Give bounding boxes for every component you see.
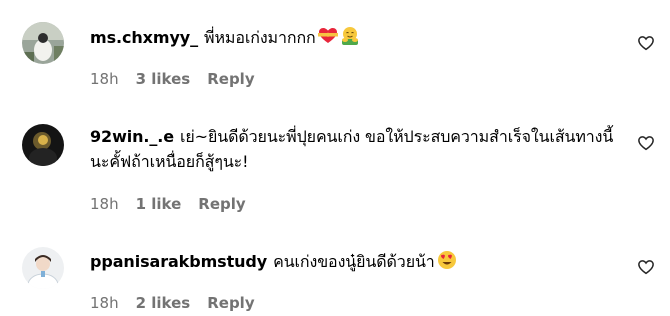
reply-button[interactable]: Reply xyxy=(207,70,254,88)
heart-eyes-emoji xyxy=(437,250,457,270)
heart-ribbon-emoji xyxy=(317,26,338,46)
hugging-face-emoji xyxy=(340,26,360,46)
comment-text: พี่หมอเก่งมากกก xyxy=(204,28,316,47)
comment-list: ms.chxmyy_ พี่หมอเก่งมากกก 18h 3 likes Re… xyxy=(0,0,670,316)
comment-meta: 18h 1 like Reply xyxy=(90,195,246,213)
comment-username[interactable]: ppanisarakbmstudy xyxy=(90,252,267,271)
comment-meta: 18h 3 likes Reply xyxy=(90,70,255,88)
comment-time: 18h xyxy=(90,294,119,312)
reply-button[interactable]: Reply xyxy=(198,195,245,213)
comment-text: คนเก่งของนู๋ยินดีด้วยน้า xyxy=(273,252,435,271)
comment-username[interactable]: 92win._.e xyxy=(90,127,174,146)
comment-time: 18h xyxy=(90,70,119,88)
likes-count[interactable]: 2 likes xyxy=(136,294,191,312)
like-heart-icon[interactable] xyxy=(637,34,655,52)
like-heart-icon[interactable] xyxy=(637,134,655,152)
comment-time: 18h xyxy=(90,195,119,213)
avatar[interactable] xyxy=(22,124,64,166)
avatar[interactable] xyxy=(22,22,64,64)
reply-button[interactable]: Reply xyxy=(207,294,254,312)
like-heart-icon[interactable] xyxy=(637,258,655,276)
avatar[interactable] xyxy=(22,247,64,289)
likes-count[interactable]: 3 likes xyxy=(136,70,191,88)
likes-count[interactable]: 1 like xyxy=(136,195,182,213)
comment-meta: 18h 2 likes Reply xyxy=(90,294,255,312)
comment-username[interactable]: ms.chxmyy_ xyxy=(90,28,198,47)
